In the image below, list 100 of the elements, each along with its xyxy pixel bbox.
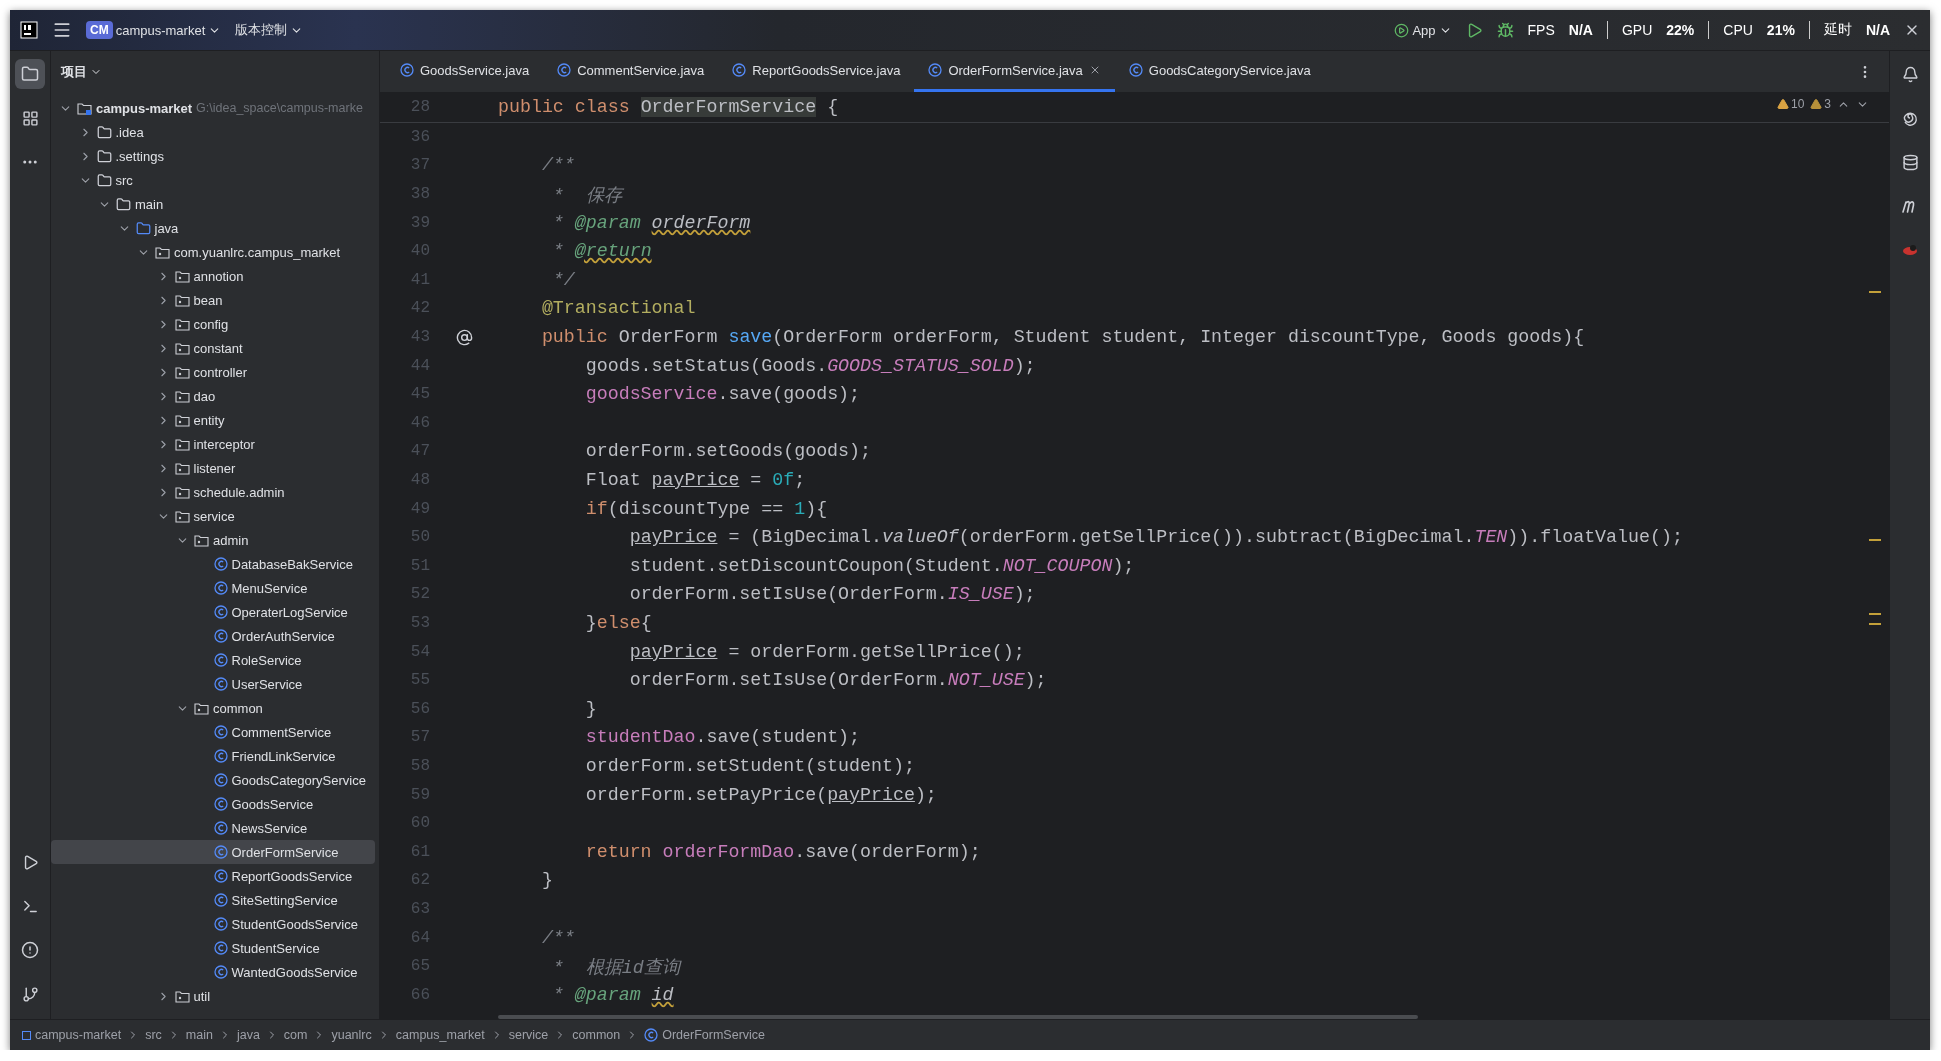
breadcrumb-item[interactable]: OrderFormService <box>644 1028 766 1042</box>
tree-item[interactable]: .settings <box>51 144 375 168</box>
code-line: public OrderForm save(OrderForm orderForm, Student student, Integer discountType, Goods goods){ <box>540 327 1585 348</box>
tree-item[interactable]: main <box>51 192 375 216</box>
breadcrumb-item[interactable]: service <box>508 1028 549 1042</box>
tree-item[interactable]: common <box>51 696 375 720</box>
tree-item[interactable]: .idea <box>51 120 375 144</box>
package-folder-icon <box>174 365 190 379</box>
editor-tab[interactable]: ReportGoodsService.java <box>718 51 915 92</box>
project-dropdown[interactable]: CM campus-market <box>86 21 222 39</box>
package-folder-icon <box>174 413 190 427</box>
class-icon <box>213 557 228 571</box>
weak-warning-count[interactable]: 3 <box>1810 97 1831 111</box>
editor-tab[interactable]: GoodsCategoryService.java <box>1114 51 1325 92</box>
tree-item-label: OrderFormService <box>231 844 339 860</box>
app-logo-icon[interactable] <box>20 21 38 39</box>
tree-item[interactable]: util <box>51 984 375 1008</box>
code-line: goods.setStatus(Goods.GOODS_STATUS_SOLD); <box>584 355 1036 376</box>
tree-item[interactable]: StudentService <box>51 936 375 960</box>
folder-icon <box>96 148 112 164</box>
code-comment: * @return <box>551 241 652 262</box>
tree-item[interactable]: GoodsService <box>51 792 375 816</box>
tree-item[interactable]: controller <box>51 360 375 384</box>
tree-item[interactable]: config <box>51 312 375 336</box>
stat-value: 21% <box>1766 22 1795 38</box>
tree-item-label: dao <box>193 388 216 404</box>
code-line: } <box>540 870 553 891</box>
breadcrumb-item[interactable]: common <box>572 1028 621 1042</box>
tree-item-label: config <box>193 316 229 332</box>
breadcrumb-item[interactable]: yuanlrc <box>331 1028 372 1042</box>
tree-item-label: WantedGoodsService <box>231 964 358 980</box>
breadcrumb-item[interactable]: main <box>185 1028 213 1042</box>
code-line: orderForm.setStudent(student); <box>584 755 915 776</box>
tree-item[interactable]: ReportGoodsService <box>51 864 375 888</box>
breadcrumb-item[interactable]: java <box>236 1028 260 1042</box>
tree-item[interactable]: NewsService <box>51 816 375 840</box>
tree-item[interactable]: java <box>51 216 375 240</box>
class-icon <box>213 653 228 667</box>
code-line: }else{ <box>584 613 652 633</box>
vcs-dropdown[interactable]: 版本控制 <box>235 21 304 39</box>
tree-item[interactable]: MenuService <box>51 576 375 600</box>
tree-item[interactable]: annotion <box>51 264 375 288</box>
package-folder-icon <box>174 293 190 307</box>
editor-tab[interactable]: GoodsService.java <box>386 51 544 92</box>
tree-item[interactable]: WantedGoodsService <box>51 960 375 984</box>
tree-item[interactable]: campus-market G:\idea_space\campus-marke <box>51 96 375 120</box>
tree-item[interactable]: GoodsCategoryService <box>51 768 375 792</box>
breadcrumb-item[interactable]: campus-market <box>22 1028 122 1042</box>
project-folder-icon[interactable] <box>15 59 45 89</box>
module-folder-icon <box>77 101 92 115</box>
tree-item[interactable]: entity <box>51 408 375 432</box>
tree-item[interactable]: OrderAuthService <box>51 624 375 648</box>
class-icon <box>1128 63 1143 77</box>
tree-item-label: com.yuanlrc.campus_market <box>174 244 341 260</box>
class-icon <box>928 63 943 77</box>
project-panel-title[interactable]: 项目 <box>61 62 102 81</box>
breadcrumb-item[interactable]: src <box>145 1028 162 1042</box>
class-icon <box>213 917 228 931</box>
breadcrumb-item[interactable]: campus_market <box>395 1028 485 1042</box>
package-folder-icon <box>194 533 209 547</box>
tree-item[interactable]: CommentService <box>51 720 375 744</box>
warning-count[interactable]: 10 <box>1776 97 1805 111</box>
debug-icon[interactable] <box>1496 21 1514 39</box>
tree-item[interactable]: dao <box>51 384 375 408</box>
tree-item-label: GoodsCategoryService <box>231 772 366 788</box>
menu-icon[interactable] <box>52 20 72 40</box>
code-line: orderForm.setPayPrice(payPrice); <box>584 784 937 805</box>
tree-item[interactable]: DatabaseBakService <box>51 552 375 576</box>
class-icon <box>213 629 228 643</box>
editor-tab[interactable]: CommentService.java <box>543 51 719 92</box>
tree-item[interactable]: UserService <box>51 672 375 696</box>
tree-item[interactable]: interceptor <box>51 432 375 456</box>
tree-item-label: campus-market <box>96 100 193 116</box>
class-icon <box>213 869 228 883</box>
tree-item[interactable]: bean <box>51 288 375 312</box>
code-comment: */ <box>551 269 575 290</box>
breadcrumb-item[interactable]: com <box>283 1028 308 1042</box>
tree-item[interactable]: listener <box>51 456 375 480</box>
tree-item[interactable]: admin <box>51 528 375 552</box>
class-icon <box>213 941 228 955</box>
tree-item[interactable]: RoleService <box>51 648 375 672</box>
tree-item[interactable]: OperaterLogService <box>51 600 375 624</box>
stat-label: GPU <box>1621 22 1653 38</box>
run-config-dropdown[interactable]: App <box>1394 22 1452 38</box>
code-comment: * 保存 <box>551 184 622 207</box>
tree-item-label: OperaterLogService <box>231 604 348 620</box>
tree-item[interactable]: com.yuanlrc.campus_market <box>51 240 375 264</box>
tree-item[interactable]: schedule.admin <box>51 480 375 504</box>
tree-item[interactable]: constant <box>51 336 375 360</box>
tree-item[interactable]: src <box>51 168 375 192</box>
tree-item[interactable]: StudentGoodsService <box>51 912 375 936</box>
tree-item-label: controller <box>193 364 247 380</box>
tree-item[interactable]: SiteSettingService <box>51 888 375 912</box>
class-icon <box>400 63 414 77</box>
tree-item[interactable]: service <box>51 504 375 528</box>
tree-item[interactable]: OrderFormService <box>51 840 375 864</box>
tree-item-label: DatabaseBakService <box>231 556 353 572</box>
class-icon <box>213 749 228 763</box>
tree-item[interactable]: FriendLinkService <box>51 744 375 768</box>
implements-marker-icon[interactable] <box>455 328 473 346</box>
